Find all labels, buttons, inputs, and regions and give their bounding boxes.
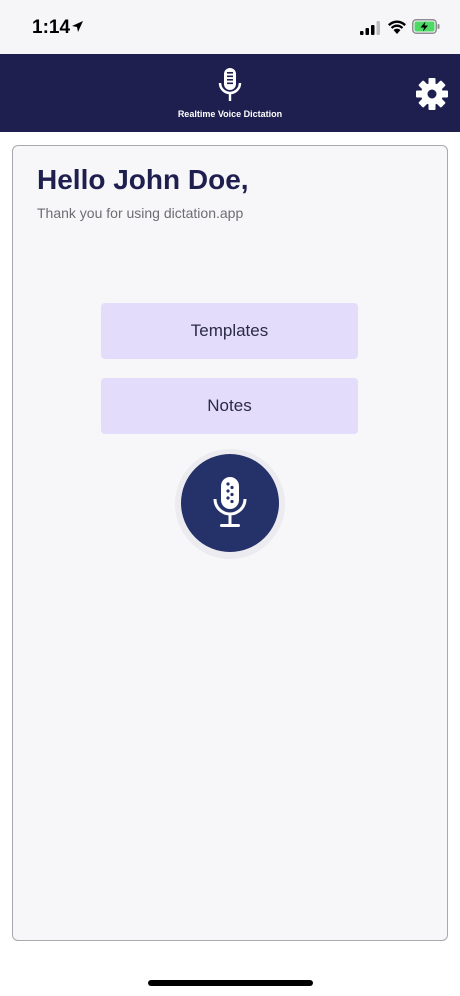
microphone-icon [213, 477, 247, 527]
settings-button[interactable] [414, 76, 450, 112]
status-bar: 1:14 [0, 0, 460, 54]
templates-button[interactable]: Templates [101, 303, 358, 359]
gear-icon [416, 78, 448, 110]
status-time: 1:14 [32, 17, 71, 38]
cellular-signal-icon [360, 21, 380, 35]
subtitle: Thank you for using dictation.app [37, 205, 244, 221]
battery-charging-icon [412, 19, 440, 34]
greeting: Hello John Doe, [37, 164, 249, 195]
location-arrow-icon [72, 21, 83, 32]
record-button[interactable] [181, 454, 279, 552]
app-title: Realtime Voice Dictation [177, 109, 283, 119]
notes-button[interactable]: Notes [101, 378, 358, 434]
wifi-icon [388, 20, 406, 34]
home-indicator [148, 980, 313, 986]
microphone-icon [218, 68, 242, 101]
